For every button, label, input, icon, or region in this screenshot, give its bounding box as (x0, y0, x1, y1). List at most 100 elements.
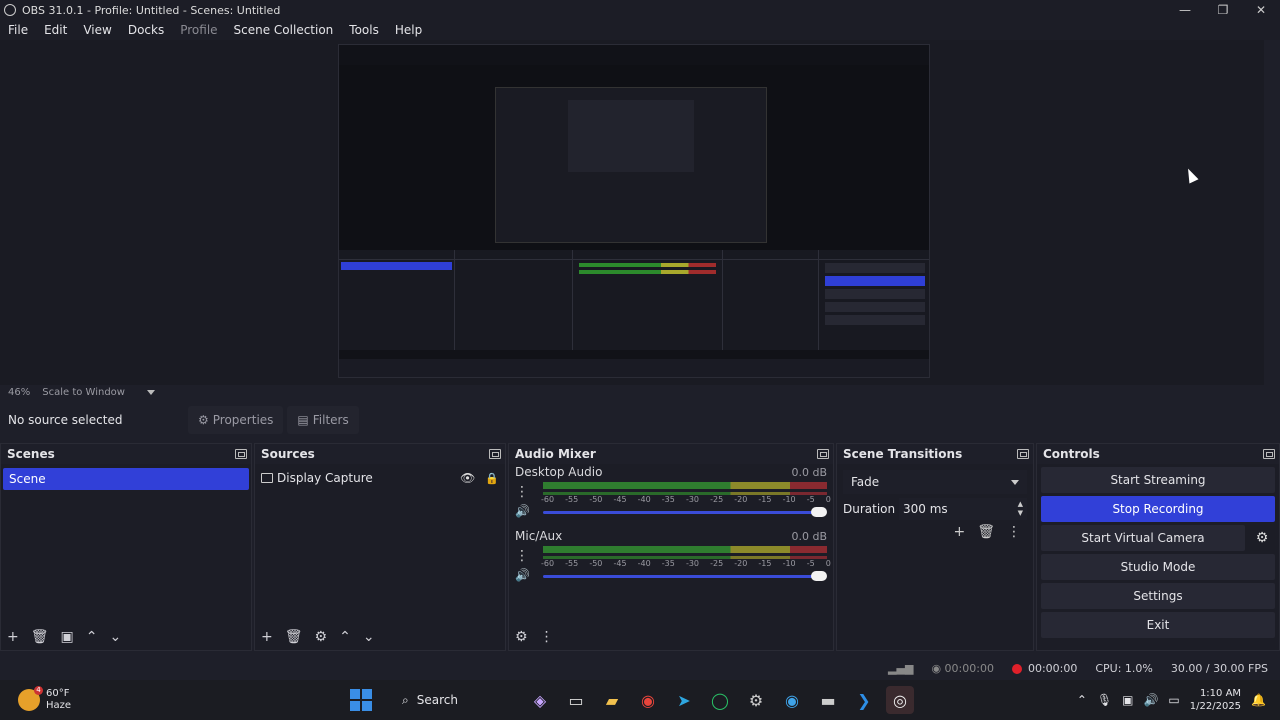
menu-profile[interactable]: Profile (172, 23, 225, 37)
chrome-alt-icon[interactable]: ◉ (778, 686, 806, 714)
chrome-icon[interactable]: ◉ (634, 686, 662, 714)
advanced-audio-icon[interactable]: ⚙ (515, 629, 528, 645)
menu-help[interactable]: Help (387, 23, 430, 37)
nested-meter (579, 263, 716, 267)
menu-tools[interactable]: Tools (341, 23, 387, 37)
weather-widget[interactable]: 4 60°F Haze (18, 686, 138, 712)
scene-transitions-dock: Scene Transitions Fade Duration 300 ms ▲… (836, 443, 1034, 651)
sources-dock-header: Sources (255, 444, 505, 464)
tick: -60 (541, 495, 555, 504)
remove-source-icon[interactable]: 🗑 (285, 629, 303, 645)
signal-icon: ▂▄▆ (888, 661, 914, 675)
studio-mode-button[interactable]: Studio Mode (1041, 554, 1275, 580)
exit-button[interactable]: Exit (1041, 612, 1275, 638)
steam-icon[interactable]: ⚙ (742, 686, 770, 714)
kebab-menu-icon[interactable]: ⋮ (515, 482, 529, 502)
menu-docks[interactable]: Docks (120, 23, 172, 37)
maximize-button[interactable]: ❐ (1204, 0, 1242, 20)
network-icon[interactable]: ▣ (1122, 693, 1133, 707)
source-list-item[interactable]: Display Capture 👁 🔒 (261, 468, 499, 488)
telegram-icon[interactable]: ➤ (670, 686, 698, 714)
undock-icon[interactable] (1017, 449, 1029, 459)
filters-button[interactable]: ▤ Filters (287, 406, 359, 434)
volume-slider[interactable] (543, 511, 825, 514)
copilot-icon[interactable]: ◈ (526, 686, 554, 714)
meter-bar (543, 482, 827, 489)
scene-filters-icon[interactable]: ▣ (61, 629, 74, 645)
kebab-menu-icon[interactable]: ⋮ (1007, 524, 1021, 540)
notification-icon[interactable]: 🔔 (1251, 693, 1266, 707)
chevron-up-icon[interactable]: ⌃ (1077, 693, 1087, 707)
add-transition-icon[interactable]: + (953, 524, 965, 540)
gear-icon[interactable]: ⚙ (1249, 525, 1275, 551)
visibility-eye-icon[interactable]: 👁 (460, 471, 475, 485)
close-button[interactable]: ✕ (1242, 0, 1280, 20)
search-label: Search (416, 693, 458, 707)
menu-edit[interactable]: Edit (36, 23, 75, 37)
kebab-menu-icon[interactable]: ⋮ (515, 546, 529, 566)
start-streaming-button[interactable]: Start Streaming (1041, 467, 1275, 493)
nested-title-bar (339, 45, 929, 55)
weather-icon: 4 (18, 686, 43, 711)
move-down-icon[interactable]: ⌄ (109, 629, 121, 645)
battery-icon[interactable]: ▭ (1168, 693, 1179, 707)
properties-label: Properties (212, 413, 274, 427)
undock-icon[interactable] (489, 449, 501, 459)
remove-transition-icon[interactable]: 🗑 (977, 524, 995, 540)
obs-taskbar-icon[interactable]: ◎ (886, 686, 914, 714)
menu-view[interactable]: View (75, 23, 119, 37)
stop-recording-button[interactable]: Stop Recording (1041, 496, 1275, 522)
spinner-icon[interactable]: ▲ ▼ (1018, 500, 1023, 518)
scale-mode-select[interactable]: Scale to Window (42, 387, 125, 398)
properties-button[interactable]: ⚙ Properties (188, 406, 284, 434)
move-down-icon[interactable]: ⌄ (363, 629, 375, 645)
microphone-icon[interactable]: 🎙 (1097, 693, 1112, 707)
file-explorer-icon[interactable]: ▰ (598, 686, 626, 714)
meter-ticks: -60 -55 -50 -45 -40 -35 -30 -25 -20 -15 -10 -5 0 (541, 495, 831, 504)
source-properties-icon[interactable]: ⚙ (315, 629, 328, 645)
tick: -35 (661, 559, 675, 568)
windows-start-icon[interactable] (350, 689, 372, 711)
task-view-icon[interactable]: ▭ (562, 686, 590, 714)
add-source-icon[interactable]: + (261, 629, 273, 645)
settings-button[interactable]: Settings (1041, 583, 1275, 609)
volume-slider[interactable] (543, 575, 825, 578)
transition-select[interactable]: Fade (843, 470, 1027, 494)
preview-scrollbar[interactable] (1264, 40, 1280, 385)
start-virtual-camera-button[interactable]: Start Virtual Camera (1041, 525, 1245, 551)
volume-slider-handle[interactable] (811, 571, 827, 581)
undock-icon[interactable] (1263, 449, 1275, 459)
duration-input[interactable]: 300 ms ▲ ▼ (899, 498, 1027, 520)
clock[interactable]: 1:10 AM 1/22/2025 (1190, 687, 1241, 713)
record-icon (1011, 663, 1022, 674)
whatsapp-icon[interactable]: ◯ (706, 686, 734, 714)
menu-scene-collection[interactable]: Scene Collection (226, 23, 342, 37)
window-controls: — ❐ ✕ (1166, 0, 1280, 20)
taskbar-apps: ⌕ Search ◈ ▭ ▰ ◉ ➤ ◯ ⚙ ◉ ▬ ❯ ◎ (350, 680, 914, 720)
volume-icon[interactable]: 🔊 (1143, 693, 1158, 707)
nested-mixer-dock (573, 250, 723, 350)
undock-icon[interactable] (817, 449, 829, 459)
tick: -10 (782, 495, 796, 504)
kebab-menu-icon[interactable]: ⋮ (540, 629, 554, 645)
minimize-button[interactable]: — (1166, 0, 1204, 20)
scene-list-item[interactable]: Scene (3, 468, 249, 490)
vscode-icon[interactable]: ❯ (850, 686, 878, 714)
audio-mixer-dock: Audio Mixer Desktop Audio 0.0 dB ⋮ -60 -5… (508, 443, 834, 651)
menu-file[interactable]: File (0, 23, 36, 37)
terminal-icon[interactable]: ▬ (814, 686, 842, 714)
undock-icon[interactable] (235, 449, 247, 459)
remove-scene-icon[interactable]: 🗑 (31, 629, 49, 645)
taskbar-search[interactable]: ⌕ Search (390, 685, 518, 715)
preview-display-capture (338, 44, 930, 378)
transition-tools: + 🗑 ⋮ (837, 524, 1021, 540)
volume-slider-handle[interactable] (811, 507, 827, 517)
add-scene-icon[interactable]: + (7, 629, 19, 645)
speaker-icon[interactable]: 🔊 (515, 568, 530, 582)
speaker-icon[interactable]: 🔊 (515, 504, 530, 518)
move-up-icon[interactable]: ⌃ (339, 629, 351, 645)
lock-icon[interactable]: 🔒 (485, 472, 499, 485)
chevron-down-icon[interactable] (146, 389, 155, 395)
nested-controls-dock (819, 250, 929, 350)
move-up-icon[interactable]: ⌃ (86, 629, 98, 645)
